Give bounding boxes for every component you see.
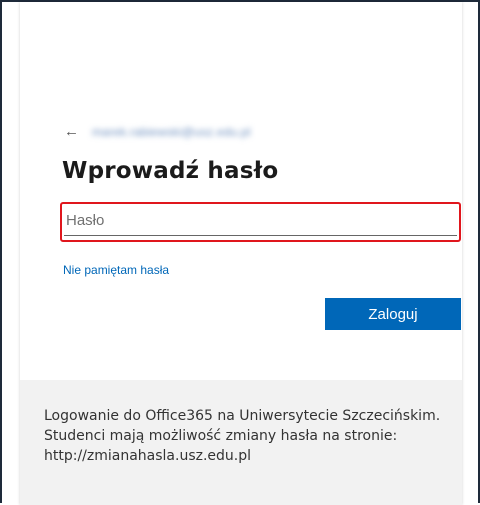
forgot-password-link[interactable]: Nie pamiętam hasła bbox=[63, 263, 169, 277]
footer-panel: Logowanie do Office365 na Uniwersytecie … bbox=[20, 380, 462, 505]
identity-row: ← marek.rabiewski@usz.edu.pl bbox=[64, 121, 251, 143]
password-input[interactable] bbox=[64, 206, 457, 236]
account-email: marek.rabiewski@usz.edu.pl bbox=[92, 125, 251, 139]
footer-text: Logowanie do Office365 na Uniwersytecie … bbox=[44, 408, 441, 464]
page-title: Wprowadź hasło bbox=[62, 158, 279, 184]
signin-dialog: ← marek.rabiewski@usz.edu.pl Wprowadź ha… bbox=[20, 2, 462, 505]
browser-frame: ← marek.rabiewski@usz.edu.pl Wprowadź ha… bbox=[0, 0, 480, 505]
arrow-left-icon[interactable]: ← bbox=[64, 121, 80, 143]
signin-button[interactable]: Zaloguj bbox=[325, 298, 461, 330]
